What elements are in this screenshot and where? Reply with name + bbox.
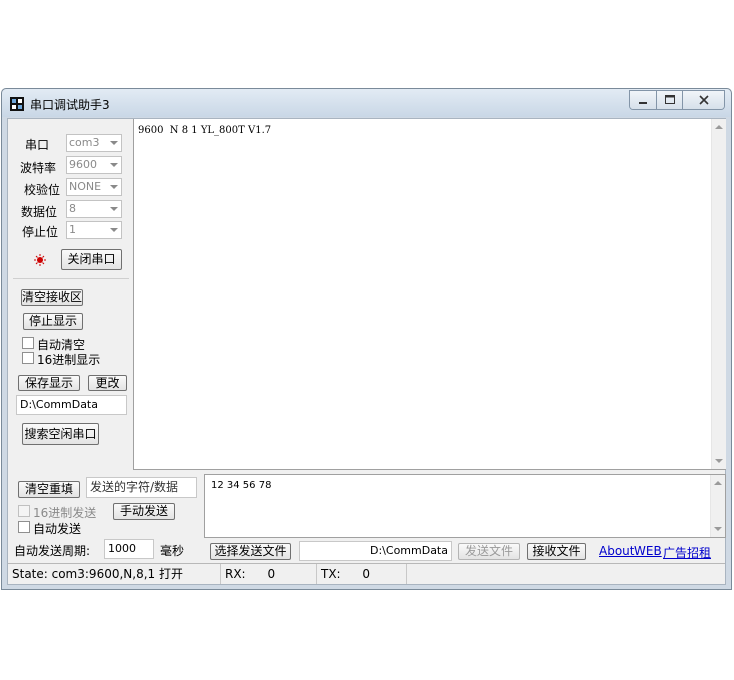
receive-text: 9600 N 8 1 YL_800T V1.7 <box>138 125 272 136</box>
chevron-down-icon <box>110 141 118 145</box>
status-rx: RX: 0 <box>221 564 317 584</box>
receive-area[interactable]: 9600 N 8 1 YL_800T V1.7 <box>133 119 726 470</box>
port-label: 串口 <box>25 138 50 152</box>
status-state: State: com3:9600,N,8,1 打开 <box>8 564 221 584</box>
save-display-button[interactable]: 保存显示 <box>18 375 80 391</box>
ms-label: 毫秒 <box>160 544 185 558</box>
maximize-icon <box>665 95 675 104</box>
auto-clear-checkbox[interactable] <box>22 337 34 349</box>
file-path-field[interactable]: D:\CommData <box>299 541 452 561</box>
close-button[interactable] <box>682 91 724 109</box>
scroll-down-icon[interactable] <box>715 459 723 463</box>
parity-value: NONE <box>69 180 102 193</box>
auto-send-checkbox[interactable] <box>18 521 30 533</box>
minimize-button[interactable] <box>630 91 656 109</box>
baud-select[interactable]: 9600 <box>66 156 122 174</box>
minimize-icon <box>639 102 647 104</box>
baud-value: 9600 <box>69 158 97 171</box>
receive-file-button[interactable]: 接收文件 <box>527 543 586 560</box>
search-port-button[interactable]: 搜索空闲串口 <box>22 423 99 445</box>
clear-receive-button[interactable]: 清空接收区 <box>21 289 83 306</box>
change-path-button[interactable]: 更改 <box>88 375 127 391</box>
parity-label: 校验位 <box>24 183 61 197</box>
auto-send-label: 自动发送 <box>33 522 82 536</box>
scroll-down-icon[interactable] <box>714 527 722 531</box>
port-select[interactable]: com3 <box>66 134 122 152</box>
chevron-down-icon <box>110 207 118 211</box>
port-value: com3 <box>69 136 100 149</box>
chevron-down-icon <box>110 185 118 189</box>
databits-value: 8 <box>69 202 76 215</box>
manual-send-button[interactable]: 手动发送 <box>113 503 175 520</box>
baud-label: 波特率 <box>20 161 57 175</box>
chevron-down-icon <box>110 228 118 232</box>
send-text: 12 34 56 78 <box>211 480 272 491</box>
send-scrollbar[interactable] <box>710 475 725 537</box>
chevron-down-icon <box>110 163 118 167</box>
web-link[interactable]: WEB <box>634 544 662 558</box>
ads-link[interactable]: 广告招租 <box>663 544 711 561</box>
auto-period-input[interactable]: 1000 <box>104 539 154 559</box>
receive-scrollbar[interactable] <box>711 119 726 469</box>
window-title: 串口调试助手3 <box>30 98 110 112</box>
status-tx: TX: 0 <box>317 564 407 584</box>
hex-send-label: 16进制发送 <box>33 506 97 520</box>
hex-display-label: 16进制显示 <box>37 353 101 367</box>
scroll-up-icon[interactable] <box>714 481 722 485</box>
databits-label: 数据位 <box>21 205 58 219</box>
databits-select[interactable]: 8 <box>66 200 122 218</box>
save-path-field[interactable]: D:\CommData <box>16 395 127 415</box>
app-icon <box>10 97 24 111</box>
stopbits-select[interactable]: 1 <box>66 221 122 239</box>
close-icon <box>699 95 709 105</box>
stopbits-value: 1 <box>69 223 76 236</box>
stop-display-button[interactable]: 停止显示 <box>23 313 83 330</box>
window-controls <box>629 90 725 110</box>
indicator-icon <box>34 254 46 266</box>
rx-label: RX: <box>225 567 246 581</box>
scroll-up-icon[interactable] <box>715 125 723 129</box>
main-window: 串口调试助手3 串口 com3 波特率 9600 校验位 NONE 数据位 8 … <box>1 88 732 590</box>
maximize-button[interactable] <box>656 91 682 109</box>
hex-display-checkbox[interactable] <box>22 352 34 364</box>
status-bar: State: com3:9600,N,8,1 打开 RX: 0 TX: 0 <box>8 563 725 584</box>
hex-send-checkbox[interactable] <box>18 505 30 517</box>
client-area: 串口 com3 波特率 9600 校验位 NONE 数据位 8 停止位 1 关闭… <box>7 118 726 585</box>
choose-file-button[interactable]: 选择发送文件 <box>210 543 291 560</box>
about-link[interactable]: About <box>599 544 634 558</box>
send-file-button[interactable]: 发送文件 <box>458 543 520 560</box>
close-port-button[interactable]: 关闭串口 <box>61 249 122 270</box>
title-bar[interactable]: 串口调试助手3 <box>2 89 731 117</box>
send-input[interactable]: 发送的字符/数据 <box>86 477 197 498</box>
divider <box>13 278 129 279</box>
stopbits-label: 停止位 <box>22 225 59 239</box>
tx-label: TX: <box>321 567 341 581</box>
clear-resend-button[interactable]: 清空重填 <box>18 481 80 498</box>
rx-value: 0 <box>267 567 276 581</box>
send-area[interactable]: 12 34 56 78 <box>204 474 726 538</box>
tx-value: 0 <box>362 567 371 581</box>
auto-period-label: 自动发送周期: <box>14 544 91 558</box>
parity-select[interactable]: NONE <box>66 178 122 196</box>
